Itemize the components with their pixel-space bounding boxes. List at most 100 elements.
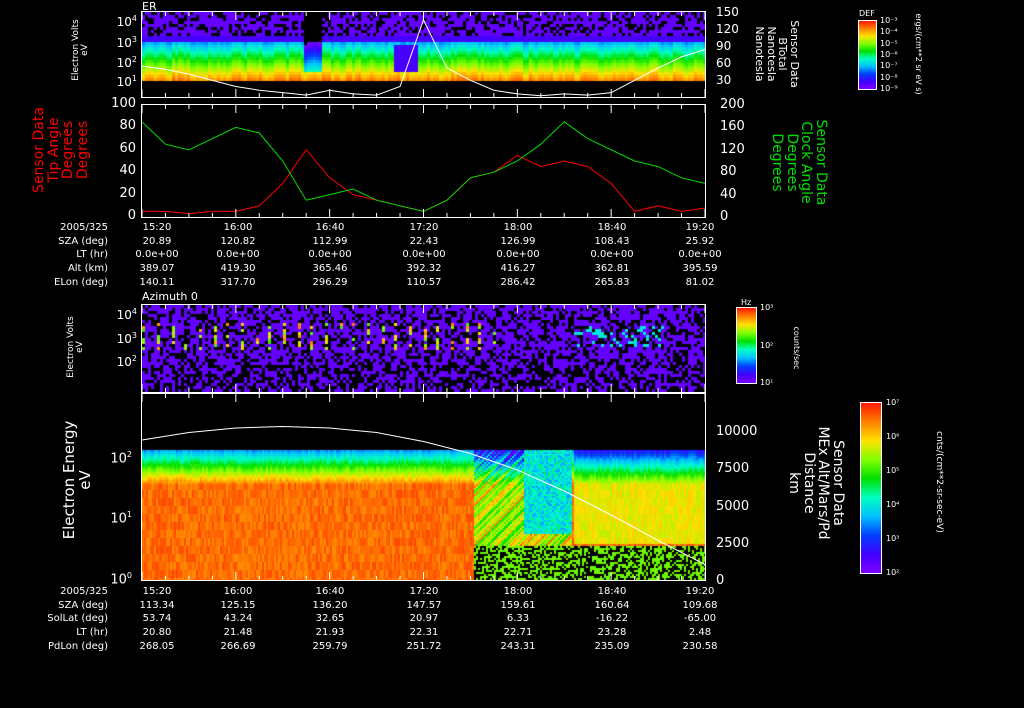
tick-exponent: 2 [131, 354, 137, 363]
y-tick-label: 102 [105, 353, 137, 368]
tick-label: 80 [720, 164, 737, 179]
time-ticks [141, 305, 706, 392]
panel3-title: Azimuth 0 [142, 290, 198, 303]
table-cell: 21.93 [315, 627, 345, 639]
table-cell: 25.92 [685, 235, 715, 247]
tick-label: 10000 [716, 424, 758, 439]
table-cell: 108.43 [594, 235, 630, 247]
table-cell: 21.48 [223, 627, 253, 639]
table-cell: 362.81 [594, 263, 630, 275]
table-cell: 109.68 [682, 599, 718, 611]
table-cell: 243.31 [500, 640, 536, 652]
tick-label: 80 [119, 118, 136, 134]
table-cell: 18:40 [597, 222, 627, 233]
table-cell: 16:40 [315, 586, 345, 597]
tick-exponent: 1 [131, 74, 137, 83]
label-line: Nanotesla [753, 26, 767, 82]
row-label: ELon (deg) [54, 276, 108, 288]
tick-base: 10 [110, 572, 127, 588]
time-ticks [141, 394, 706, 580]
tick-label: 0 [127, 208, 136, 223]
table-cell: 0.0e+00 [590, 249, 634, 261]
table-cell: 18:00 [503, 222, 533, 233]
cbar-tick: 10⁷ [886, 398, 900, 407]
table-cell: 266.69 [220, 640, 256, 652]
table-cell: 22.71 [503, 627, 533, 639]
tick-base: 10 [110, 451, 127, 467]
btotal-axis-label: Sensor Data BTotal Nanotesla Nanotesla [753, 14, 801, 94]
label-line: Tip Angle [45, 117, 62, 183]
flux-colorbar [860, 402, 882, 574]
table-cell: 0.0e+00 [308, 249, 352, 261]
row-label: SZA (deg) [58, 235, 108, 247]
y-tick-label: 100 [100, 570, 132, 588]
table-cell: 159.61 [500, 599, 536, 611]
label-line: Sensor Data [830, 440, 846, 526]
row-label: LT (hr) [76, 627, 108, 639]
table-cell: 19:20 [685, 222, 715, 233]
cbar-tick: 10⁻⁸ [880, 72, 898, 82]
label-line: Degrees [783, 133, 800, 192]
tick-exponent: 4 [131, 307, 137, 316]
table-cell: 81.02 [685, 276, 715, 288]
table-cell: 259.79 [312, 640, 348, 652]
y-tick-label: 104 [105, 306, 137, 321]
label-line: Distance [800, 452, 817, 514]
label-line: Degrees [60, 120, 77, 180]
table-cell: 265.83 [594, 276, 630, 288]
table-cell: 0.0e+00 [216, 249, 260, 261]
label-line: BTotal [776, 37, 790, 71]
tick-label: 160 [720, 119, 745, 134]
cbar3-units: counts/sec [792, 326, 801, 370]
table-cell: 20.89 [142, 235, 172, 247]
y-tick-label: 101 [100, 509, 132, 525]
y-tick-label: 104 [105, 13, 137, 28]
table-cell: 416.27 [500, 263, 536, 275]
table-cell: 19:20 [685, 586, 715, 597]
hz-colorbar [736, 307, 757, 384]
ylabel-line: eV [80, 44, 91, 56]
y-tick-label: 101 [105, 73, 137, 88]
tick-exponent: 0 [126, 571, 132, 580]
tick-label: 0 [716, 573, 725, 588]
cbar-tick: 10² [760, 340, 774, 350]
tick-label: 40 [119, 163, 136, 179]
table-cell: 17:20 [409, 222, 439, 233]
label-line: km [785, 472, 802, 494]
ylabel-line: eV [75, 341, 86, 353]
tick-label: 30 [716, 73, 732, 87]
table-cell: 147.57 [406, 599, 442, 611]
table-cell: 286.42 [500, 276, 536, 288]
table-cell: 126.99 [500, 235, 536, 247]
tick-label: 20 [119, 185, 136, 201]
tick-label: 150 [716, 5, 739, 19]
cbar-tick: 10³ [760, 303, 774, 312]
table-cell: 160.64 [594, 599, 630, 611]
table-cell: 16:40 [315, 222, 345, 233]
cbar-tick: 10⁻⁵ [880, 38, 898, 48]
table-cell: 112.99 [312, 235, 348, 247]
table-cell: 32.65 [315, 613, 345, 625]
table-cell: 136.20 [312, 599, 348, 611]
label-line: MEx Alt/Mars/Pd [815, 426, 832, 540]
label-line: Sensor Data [31, 107, 47, 193]
cbar-tick: 10² [886, 568, 900, 577]
row-label: LT (hr) [76, 249, 108, 261]
label-line: Degrees [75, 120, 92, 180]
tick-label: 7500 [716, 461, 750, 476]
table-cell: 43.24 [223, 613, 253, 625]
table-cell: 6.33 [506, 613, 530, 625]
table-cell: 20.97 [409, 613, 439, 625]
table-cell: 296.29 [312, 276, 348, 288]
table-cell: 18:40 [597, 586, 627, 597]
row-label: SZA (deg) [58, 599, 108, 611]
tick-exponent: 2 [131, 55, 137, 64]
panel1-ylabel: Electron Volts eV [71, 10, 91, 90]
row-label: PdLon (deg) [47, 640, 108, 652]
table-cell: 15:20 [142, 586, 172, 597]
table-cell: 110.57 [406, 276, 442, 288]
table-cell: 392.32 [406, 263, 442, 275]
tick-label: 120 [716, 22, 739, 36]
cbar-tick: 10³ [886, 534, 900, 543]
tick-base: 10 [116, 75, 132, 89]
